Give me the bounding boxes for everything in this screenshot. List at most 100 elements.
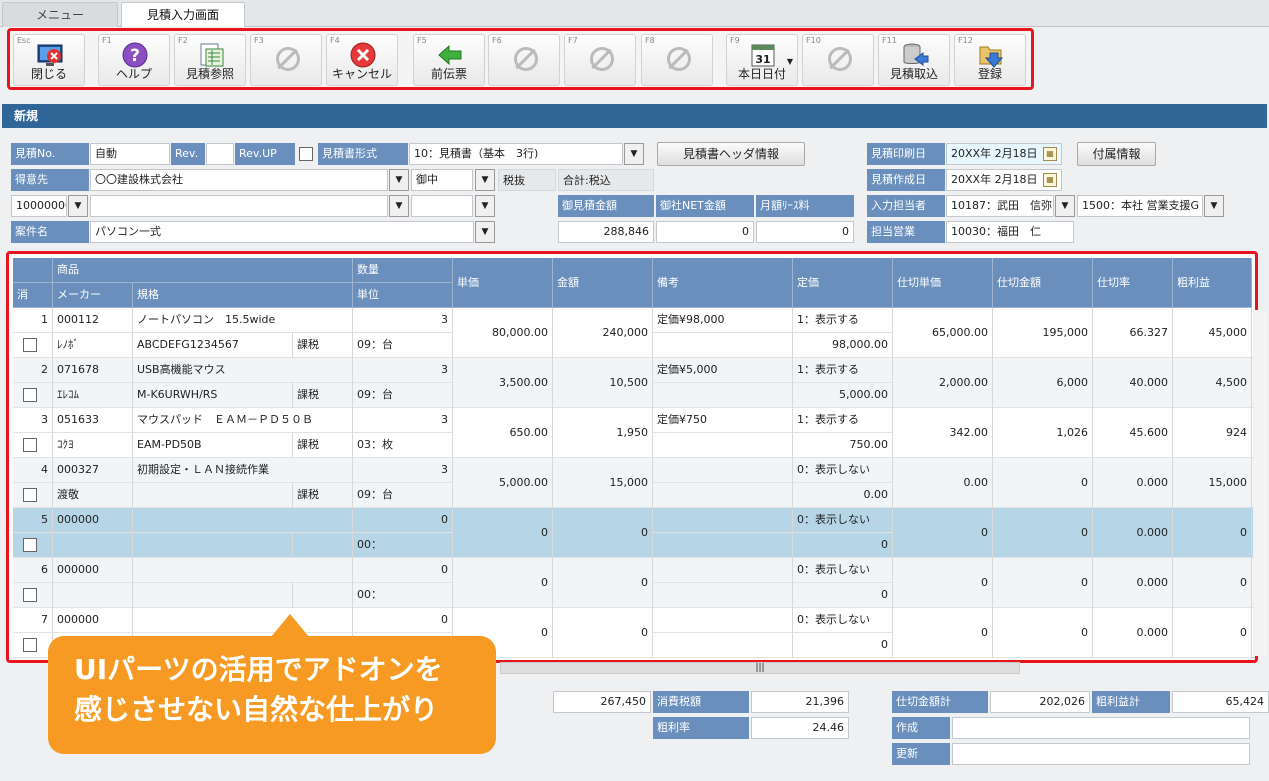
display-cell[interactable]: 0：表示しない	[793, 508, 893, 533]
product-code-cell[interactable]: 051633	[53, 408, 133, 433]
customer-sub-field[interactable]	[90, 195, 388, 217]
list-price-cell[interactable]: 98,000.00	[793, 333, 893, 358]
list-price-cell[interactable]: 750.00	[793, 433, 893, 458]
spec-cell[interactable]: EAM-PD50B	[133, 433, 293, 458]
price-cell[interactable]: 80,000.00	[453, 308, 553, 358]
close-button[interactable]: Esc 閉じる	[13, 34, 85, 86]
note-cell[interactable]: 定価¥98,000	[653, 308, 793, 333]
maker-cell[interactable]: ﾚﾉﾎﾞ	[53, 333, 133, 358]
cost-price-cell[interactable]: 342.00	[893, 408, 993, 458]
tab-menu[interactable]: メニュー	[2, 2, 118, 27]
qty-cell[interactable]: 3	[353, 358, 453, 383]
unit-cell[interactable]: 09：台	[353, 483, 453, 508]
note-cell-2[interactable]	[653, 433, 793, 458]
qty-cell[interactable]: 0	[353, 558, 453, 583]
estimate-reference-button[interactable]: F2 見積参照	[174, 34, 246, 86]
unit-cell[interactable]: 03：枚	[353, 433, 453, 458]
note-cell-2[interactable]	[653, 633, 793, 658]
display-cell[interactable]: 0：表示しない	[793, 558, 893, 583]
project-field[interactable]: パソコン一式	[90, 221, 474, 243]
horizontal-scrollbar[interactable]: |||	[500, 662, 1020, 674]
price-cell[interactable]: 0	[453, 558, 553, 608]
delete-checkbox[interactable]	[23, 638, 37, 652]
maker-cell[interactable]: ｺｸﾖ	[53, 433, 133, 458]
product-code-cell[interactable]: 000112	[53, 308, 133, 333]
price-cell[interactable]: 0	[453, 508, 553, 558]
delete-checkbox[interactable]	[23, 388, 37, 402]
unit-cell[interactable]: 09：台	[353, 333, 453, 358]
customer-code-dropdown[interactable]: ▼	[68, 195, 88, 217]
note-cell[interactable]	[653, 608, 793, 633]
price-cell[interactable]: 650.00	[453, 408, 553, 458]
note-cell[interactable]: 定価¥750	[653, 408, 793, 433]
sales-field[interactable]: 10030：福田 仁	[946, 221, 1074, 243]
cost-price-cell[interactable]: 2,000.00	[893, 358, 993, 408]
display-cell[interactable]: 1：表示する	[793, 308, 893, 333]
revup-checkbox[interactable]	[299, 147, 313, 161]
price-cell[interactable]: 3,500.00	[453, 358, 553, 408]
dept-dropdown[interactable]: ▼	[1204, 195, 1224, 217]
maker-cell[interactable]	[53, 533, 133, 558]
qty-cell[interactable]: 0	[353, 608, 453, 633]
list-price-cell[interactable]: 0	[793, 533, 893, 558]
note-cell-2[interactable]	[653, 333, 793, 358]
unit-cell[interactable]: 00：	[353, 583, 453, 608]
display-cell[interactable]: 1：表示する	[793, 358, 893, 383]
honorific-field[interactable]: 御中	[411, 169, 473, 191]
maker-cell[interactable]	[53, 583, 133, 608]
rev-field[interactable]	[206, 143, 234, 165]
product-code-cell[interactable]: 071678	[53, 358, 133, 383]
qty-cell[interactable]: 3	[353, 408, 453, 433]
attach-info-button[interactable]: 付属情報	[1077, 142, 1156, 166]
maker-cell[interactable]: 渡敬	[53, 483, 133, 508]
qty-cell[interactable]: 3	[353, 308, 453, 333]
help-button[interactable]: F1 ? ヘルプ	[98, 34, 170, 86]
product-code-cell[interactable]: 000000	[53, 608, 133, 633]
tax-cell[interactable]: 課税	[293, 383, 353, 408]
display-cell[interactable]: 0：表示しない	[793, 608, 893, 633]
customer-sub-dropdown[interactable]: ▼	[389, 195, 409, 217]
tax-cell[interactable]: 課税	[293, 483, 353, 508]
tax-cell[interactable]	[293, 583, 353, 608]
product-code-cell[interactable]: 000000	[53, 508, 133, 533]
unit-cell[interactable]: 00：	[353, 533, 453, 558]
previous-slip-button[interactable]: F5 前伝票	[413, 34, 485, 86]
list-price-cell[interactable]: 0	[793, 633, 893, 658]
honorific-sub-field[interactable]	[411, 195, 473, 217]
delete-checkbox[interactable]	[23, 338, 37, 352]
list-price-cell[interactable]: 0.00	[793, 483, 893, 508]
cost-price-cell[interactable]: 0	[893, 558, 993, 608]
today-date-button[interactable]: F9 31 ▼ 本日日付	[726, 34, 798, 86]
spec-cell[interactable]	[133, 483, 293, 508]
format-dropdown[interactable]: ▼	[624, 143, 644, 165]
cost-price-cell[interactable]: 65,000.00	[893, 308, 993, 358]
note-cell-2[interactable]	[653, 533, 793, 558]
product-name-cell[interactable]: 初期設定・ＬＡＮ接続作業	[133, 458, 353, 483]
tax-cell[interactable]: 課税	[293, 333, 353, 358]
customer-field[interactable]: 〇〇建設株式会社	[90, 169, 388, 191]
calendar-icon[interactable]: ▦	[1043, 173, 1057, 187]
cost-price-cell[interactable]: 0	[893, 608, 993, 658]
note-cell[interactable]	[653, 508, 793, 533]
cost-price-cell[interactable]: 0	[893, 508, 993, 558]
product-name-cell[interactable]: ノートパソコン 15.5wide	[133, 308, 353, 333]
note-cell[interactable]: 定価¥5,000	[653, 358, 793, 383]
input-person-field[interactable]: 10187：武田 信弥	[946, 195, 1054, 217]
customer-code-field[interactable]: 10000000	[11, 195, 67, 217]
register-button[interactable]: F12 登録	[954, 34, 1026, 86]
product-code-cell[interactable]: 000327	[53, 458, 133, 483]
tax-cell[interactable]: 課税	[293, 433, 353, 458]
list-price-cell[interactable]: 5,000.00	[793, 383, 893, 408]
customer-dropdown[interactable]: ▼	[389, 169, 409, 191]
monthly-lease-field[interactable]: 0	[756, 221, 854, 243]
dept-field[interactable]: 1500：本社 営業支援G	[1077, 195, 1203, 217]
honorific-dropdown[interactable]: ▼	[475, 169, 495, 191]
unit-cell[interactable]: 09：台	[353, 383, 453, 408]
estimate-no-field[interactable]: 自動	[90, 143, 170, 165]
spec-cell[interactable]	[133, 533, 293, 558]
display-cell[interactable]: 0：表示しない	[793, 458, 893, 483]
product-code-cell[interactable]: 000000	[53, 558, 133, 583]
delete-checkbox[interactable]	[23, 438, 37, 452]
vertical-scrollbar[interactable]	[1253, 310, 1267, 656]
delete-checkbox[interactable]	[23, 588, 37, 602]
